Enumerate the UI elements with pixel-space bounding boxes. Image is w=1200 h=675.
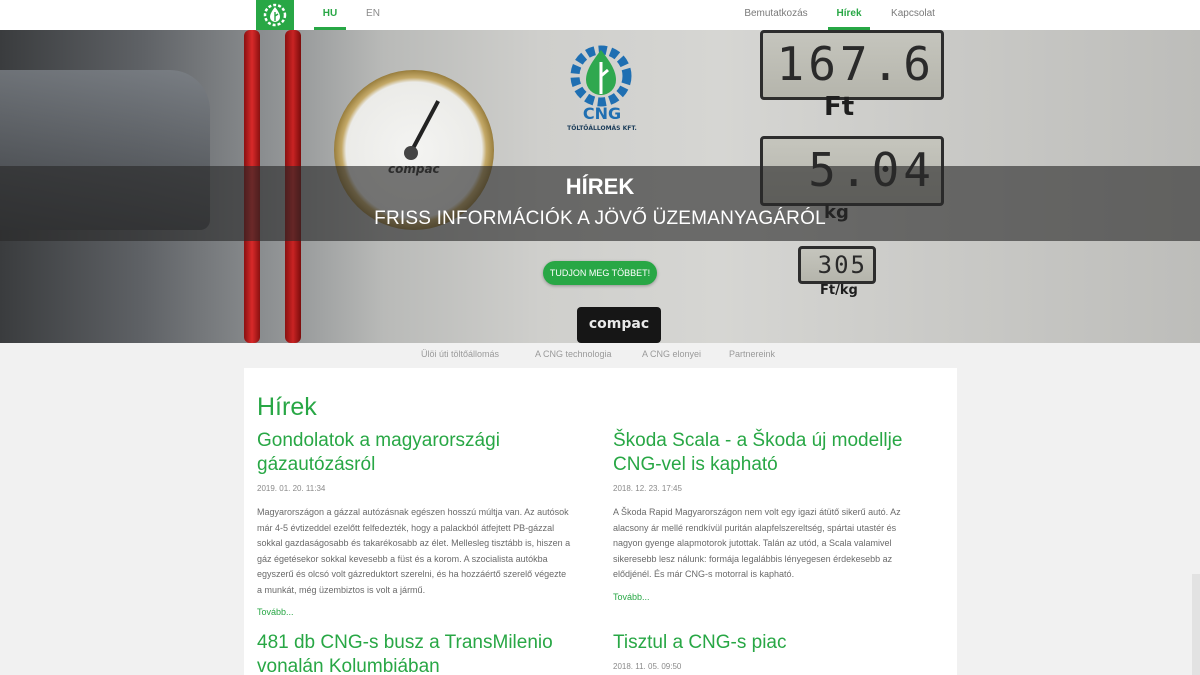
page-title: Hírek: [257, 393, 317, 421]
article-title-line[interactable]: gázautózásról: [257, 453, 500, 477]
subnav-partners[interactable]: Partnereink: [729, 349, 775, 363]
read-more-link[interactable]: Tovább...: [257, 607, 294, 617]
nav-hirek[interactable]: Hírek: [828, 0, 870, 30]
article-date: 2018. 12. 23. 17:45: [613, 484, 682, 493]
lang-en[interactable]: EN: [358, 0, 388, 30]
excerpt-line: sikeresebb lesz nálunk: formája legalább…: [613, 553, 893, 564]
top-navbar: HU EN Bemutatkozás Hírek Kapcsolat: [0, 0, 1200, 30]
lang-hu[interactable]: HU: [314, 0, 346, 30]
subnav-uloi-station[interactable]: Ülöi úti töltőállomás: [421, 349, 499, 363]
site-logo[interactable]: [256, 0, 294, 30]
subnav-cng-advantages[interactable]: A CNG elonyei: [642, 349, 701, 363]
page-scrollbar[interactable]: [1192, 574, 1200, 675]
cng-logo-text: CNG: [582, 104, 622, 123]
excerpt-line: sokkal gazdaságosabb és takarékosabb az …: [257, 538, 571, 548]
article-date: 2018. 11. 05. 09:50: [613, 662, 682, 671]
article-title-line[interactable]: CNG-vel is kapható: [613, 453, 902, 477]
read-more-link[interactable]: Tovább...: [613, 592, 650, 602]
cng-logo-subtext: TÖLTŐÁLLOMÁS KFT.: [567, 125, 637, 132]
nav-kapcsolat[interactable]: Kapcsolat: [884, 0, 942, 30]
excerpt-line: Magyarországon a gázzal autózásnak egész…: [257, 507, 569, 517]
excerpt-line: a munkát, még üzembiztos is volt a jármű…: [257, 584, 426, 595]
excerpt-line: nagyon gyenge alapmotorok jutottak. Talá…: [613, 538, 892, 548]
excerpt-line: A Škoda Rapid Magyarországon nem volt eg…: [613, 507, 901, 517]
learn-more-button[interactable]: TUDJON MEG TÖBBET!: [543, 261, 657, 285]
article-title[interactable]: Gondolatok a magyarországi gázautózásról: [257, 429, 500, 477]
nav-bemutatkozas[interactable]: Bemutatkozás: [737, 0, 815, 30]
pump-unit-ftkg: Ft/kg: [820, 283, 858, 298]
article-title-line[interactable]: Gondolatok a magyarországi: [257, 429, 500, 453]
pump-display-price: 305: [798, 246, 876, 284]
excerpt-line: gáz égetésekor sokkal kevesebb a füst és…: [257, 553, 548, 564]
pump-unit-ft: Ft: [824, 92, 855, 122]
compac-badge: compac: [577, 307, 661, 343]
excerpt-line: alacsony ár mellé rendkívül puritán alap…: [613, 522, 897, 533]
article-title[interactable]: Tisztul a CNG-s piac: [613, 631, 787, 655]
article-title[interactable]: Škoda Scala - a Škoda új modellje CNG-ve…: [613, 429, 902, 477]
article-excerpt: A Škoda Rapid Magyarországon nem volt eg…: [613, 505, 953, 583]
cng-drop-logo-icon: [263, 3, 287, 27]
hero-subtitle: FRISS INFORMÁCIÓK A JÖVŐ ÜZEMANYAGÁRÓL: [374, 208, 826, 229]
gauge-hub: [404, 146, 418, 160]
excerpt-line: elődjénél. És már CNG-s motorral is kaph…: [613, 569, 795, 579]
article-excerpt: Magyarországon a gázzal autózásnak egész…: [257, 505, 597, 598]
article-title[interactable]: 481 db CNG-s busz a TransMilenio vonalán…: [257, 631, 553, 675]
hero-title: HÍREK: [565, 174, 635, 199]
article-title-line[interactable]: Škoda Scala - a Škoda új modellje: [613, 429, 902, 453]
article-date: 2019. 01. 20. 11:34: [257, 484, 326, 493]
pump-display-total: 167.6: [760, 30, 944, 100]
excerpt-line: már 4-5 évtizeddel ezelőtt felfedezték, …: [257, 522, 555, 533]
article-title-line[interactable]: 481 db CNG-s busz a TransMilenio: [257, 631, 553, 655]
subnav-cng-technology[interactable]: A CNG technologia: [535, 349, 612, 363]
excerpt-line: egyszerű és olcsó volt gázreduktort szer…: [257, 569, 567, 579]
article-title-line[interactable]: vonalán Kolumbiában: [257, 655, 553, 675]
